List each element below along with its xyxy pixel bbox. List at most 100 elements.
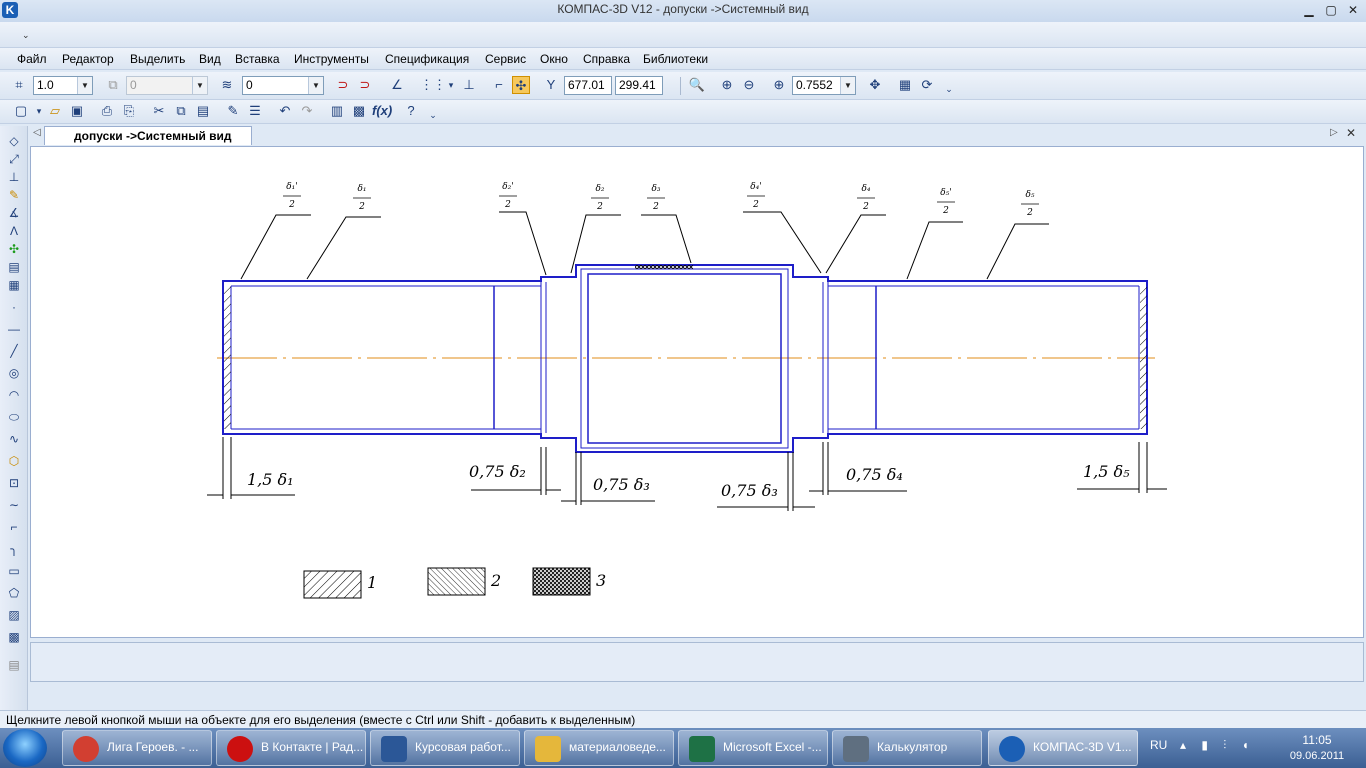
menu-edit[interactable]: Редактор <box>62 52 114 66</box>
print-icon[interactable]: ⎙ <box>98 102 116 120</box>
dimensions-icon[interactable]: ⤢ <box>5 150 23 168</box>
menu-window[interactable]: Окно <box>540 52 568 66</box>
chamfer-icon[interactable]: ⌐ <box>5 518 23 536</box>
manager-icon[interactable]: ▥ <box>328 102 346 120</box>
chevron-down-icon[interactable]: ▼ <box>308 77 323 94</box>
menu-libraries[interactable]: Библиотеки <box>643 52 708 66</box>
menu-insert[interactable]: Вставка <box>235 52 280 66</box>
local-snap-icon[interactable]: ⊃ <box>356 76 374 94</box>
arc-icon[interactable]: ◠ <box>5 386 23 404</box>
tray-icons[interactable]: ▴ ▮ ⫶ ◖ <box>1180 738 1255 753</box>
orthogonal-icon[interactable]: ∠ <box>388 76 406 94</box>
grid-icon[interactable]: ⋮⋮ <box>420 76 446 94</box>
paste-icon[interactable]: ▤ <box>194 102 212 120</box>
zoom-window-icon[interactable]: 🔍 <box>688 76 706 94</box>
copy-properties-icon[interactable]: ✎ <box>224 102 242 120</box>
toolbar-overflow-icon[interactable]: ⌄ <box>940 80 958 98</box>
polyline-icon[interactable]: ⬡ <box>5 452 23 470</box>
menu-tools[interactable]: Инструменты <box>294 52 369 66</box>
variables-icon[interactable]: f(x) <box>372 102 392 120</box>
chevron-down-icon[interactable]: ▼ <box>840 77 855 94</box>
edit-icon[interactable]: ✎ <box>5 186 23 204</box>
maximize-button[interactable]: ▢ <box>1320 2 1342 18</box>
circle-icon[interactable]: ◎ <box>5 364 23 382</box>
designations-icon[interactable]: ⊥ <box>5 168 23 186</box>
step-combo[interactable]: 1.0 ▼ <box>33 76 93 95</box>
fillet-icon[interactable]: ╮ <box>5 540 23 558</box>
hatch-icon[interactable]: ▨ <box>5 606 23 624</box>
clock-date[interactable]: 09.06.2011 <box>1286 750 1348 762</box>
undo-icon[interactable]: ↶ <box>276 102 294 120</box>
segment-icon[interactable]: ╱ <box>5 342 23 360</box>
taskbar-item-opera[interactable]: В Контакте | Рад... <box>216 730 366 766</box>
save-icon[interactable]: ▣ <box>68 102 86 120</box>
tab-close-icon[interactable]: ✕ <box>1346 126 1356 140</box>
coord-y-field[interactable]: 299.41 <box>615 76 663 95</box>
menu-help[interactable]: Справка <box>583 52 630 66</box>
geometry-icon[interactable]: ◇ <box>5 132 23 150</box>
start-button[interactable] <box>3 729 47 767</box>
grid-dropdown-icon[interactable]: ▾ <box>442 76 460 94</box>
menu-select[interactable]: Выделить <box>130 52 185 66</box>
taskbar-item-chrome[interactable]: Лига Героев. - ... <box>62 730 212 766</box>
toolbar-overflow-icon[interactable]: ⌄ <box>22 30 32 44</box>
menu-service[interactable]: Сервис <box>485 52 526 66</box>
taskbar-item-excel[interactable]: Microsoft Excel -... <box>678 730 828 766</box>
select-icon[interactable]: ✣ <box>5 240 23 258</box>
taskbar-item-folder[interactable]: материаловеде... <box>524 730 674 766</box>
taskbar-item-calculator[interactable]: Калькулятор <box>832 730 982 766</box>
language-indicator[interactable]: RU <box>1150 738 1167 752</box>
chevron-down-icon[interactable]: ▼ <box>77 77 92 94</box>
taskbar-item-kompas[interactable]: КОМПАС-3D V1... <box>988 730 1138 766</box>
close-button[interactable]: ✕ <box>1342 2 1364 18</box>
tab-scroll-left-icon[interactable]: ◁ <box>33 127 41 138</box>
drawing-canvas[interactable]: δ₁' 2 δ₁ 2 δ₂' 2 δ₂ 2 δ₃ 2 δ₄' 2 δ₄ 2 δ₅… <box>30 146 1364 638</box>
layers-icon[interactable]: ≋ <box>218 76 236 94</box>
print-preview-icon[interactable]: ⎘ <box>120 102 138 120</box>
library-icon[interactable]: ▩ <box>350 102 368 120</box>
menu-view[interactable]: Вид <box>199 52 221 66</box>
taskbar-item-word[interactable]: Курсовая работ... <box>370 730 520 766</box>
pan-icon[interactable]: ✥ <box>866 76 884 94</box>
snap-magnet-icon[interactable]: ⊃ <box>334 76 352 94</box>
show-all-icon[interactable]: ▦ <box>896 76 914 94</box>
associative-views-icon[interactable]: ▤ <box>5 258 23 276</box>
open-folder-icon[interactable]: ▱ <box>46 102 64 120</box>
minimize-button[interactable]: ▁ <box>1298 2 1320 18</box>
menu-file[interactable]: Файл <box>17 52 47 66</box>
new-file-icon[interactable]: ▢ <box>12 102 30 120</box>
refresh-icon[interactable]: ⟳ <box>918 76 936 94</box>
coord-x-field[interactable]: 677.01 <box>564 76 612 95</box>
point-icon[interactable]: · <box>5 298 23 316</box>
auxiliary-line-icon[interactable]: — <box>5 320 23 338</box>
zoom-scale-icon[interactable]: ⊕ <box>770 76 788 94</box>
measure-icon[interactable]: Λ <box>5 222 23 240</box>
menu-specification[interactable]: Спецификация <box>385 52 469 66</box>
cut-icon[interactable]: ✂ <box>150 102 168 120</box>
round-mode-icon[interactable]: ✣ <box>512 76 530 94</box>
tab-document[interactable]: допуски ->Системный вид <box>44 126 252 145</box>
spec-icon[interactable]: ▦ <box>5 276 23 294</box>
spline-icon[interactable]: ∿ <box>5 430 23 448</box>
rectangle-icon[interactable]: ▭ <box>5 562 23 580</box>
zoom-in-icon[interactable]: ⊕ <box>718 76 736 94</box>
zoom-out-icon[interactable]: ⊖ <box>740 76 758 94</box>
zoom-combo[interactable]: 0.7552 ▼ <box>792 76 856 95</box>
ellipse-icon[interactable]: ⬭ <box>5 408 23 426</box>
clock-time[interactable]: 11:05 <box>1290 733 1344 747</box>
copy-icon[interactable]: ⧉ <box>172 102 190 120</box>
toolbar-overflow-icon[interactable]: ⌄ <box>424 106 442 124</box>
fill-icon[interactable]: ▩ <box>5 628 23 646</box>
polygon-icon[interactable]: ⬠ <box>5 584 23 602</box>
local-cs-icon[interactable]: ⊥ <box>460 76 478 94</box>
curve-icon[interactable]: ∼ <box>5 496 23 514</box>
ortho-mode-icon[interactable]: ⌐ <box>490 76 508 94</box>
panel-settings-icon[interactable]: ▤ <box>5 656 23 674</box>
properties-icon[interactable]: ☰ <box>246 102 264 120</box>
context-help-icon[interactable]: ? <box>402 102 420 120</box>
layer-combo[interactable]: 0 ▼ <box>242 76 324 95</box>
tab-scroll-right-icon[interactable]: ▷ <box>1330 127 1338 138</box>
parametrization-icon[interactable]: ∡ <box>5 204 23 222</box>
step-cursor-icon[interactable]: ⌗ <box>10 76 28 94</box>
equidistant-icon[interactable]: ⊡ <box>5 474 23 492</box>
